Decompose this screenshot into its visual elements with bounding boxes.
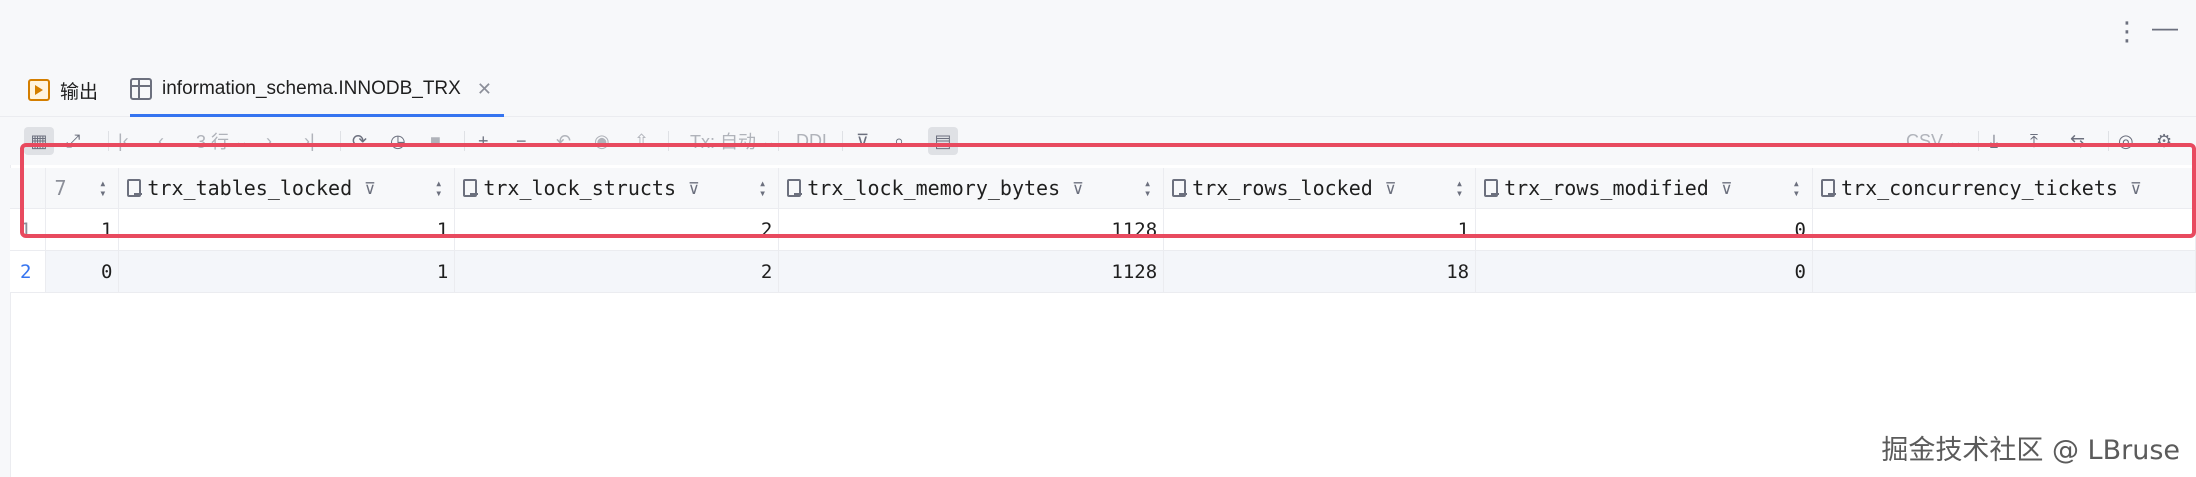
column-header-trx-rows-locked[interactable]: trx_rows_locked ⊽ ▴ ▾ [1163,168,1477,209]
watermark: 掘金技术社区 @ LBruse [1881,435,2180,466]
submit-icon[interactable]: ⇧ [634,129,649,153]
filter-icon[interactable]: ⊽ [364,179,376,198]
ddl-button[interactable]: DDL [796,129,832,153]
tx-mode-label: Tx: 自动 [690,132,756,152]
table-cell[interactable]: 1128 [778,208,1165,251]
table-cell[interactable]: 1 [1163,208,1477,251]
sort-icon[interactable]: ▴ ▾ [1456,177,1463,199]
filter-icon[interactable]: ⊽ [1385,179,1397,198]
delete-row-icon[interactable]: − [516,129,527,153]
row-number: 2 [10,250,47,293]
table-cell[interactable]: 1 [118,250,456,293]
grid-settings-icon[interactable]: ▤ [928,127,958,155]
filter-icon[interactable]: ⊽ [1072,179,1084,198]
table-cell[interactable]: 0 [45,250,120,293]
download-icon[interactable]: ⤓ [1990,129,1998,153]
history-icon[interactable]: ◷ [390,129,406,153]
minimize-icon[interactable]: — [2152,12,2178,43]
column-icon [1484,179,1500,197]
column-header-trx-rows-modified[interactable]: trx_rows_modified ⊽ ▴ ▾ [1475,168,1813,209]
settings-icon[interactable]: ⚙ [2156,129,2172,153]
filter-icon[interactable]: ⊽ [2130,179,2142,198]
column-header-trx-tables-locked[interactable]: trx_tables_locked ⊽ ▴ ▾ [118,168,456,209]
preview-icon[interactable]: ◉ [594,129,610,153]
column-header-label: trx_lock_structs [483,176,676,200]
column-icon [463,179,479,197]
column-header-label: trx_tables_locked [147,176,353,200]
first-page-icon[interactable]: |‹ [118,129,129,153]
title-bar: ⋮ — [0,0,2196,65]
table-cell[interactable]: 0 [1475,250,1813,293]
row-number-header [10,168,47,209]
column-header-label: trx_concurrency_tickets [1840,176,2118,200]
stop-icon[interactable]: ■ [430,129,441,153]
last-page-icon[interactable]: ›| [304,129,315,153]
filter-icon[interactable]: ⊽ [1721,179,1733,198]
result-grid: 7 ▴ ▾ trx_tables_locked ⊽ ▴ ▾ trx_lock_struct… [10,168,2196,293]
more-options-icon[interactable]: ⋮ [2114,16,2140,47]
column-header-trx-concurrency-tickets[interactable]: trx_concurrency_tickets ⊽ [1812,168,2196,209]
sort-icon[interactable]: ▴ ▾ [99,177,106,199]
header-row: 7 ▴ ▾ trx_tables_locked ⊽ ▴ ▾ trx_lock_struct… [10,168,2196,209]
column-icon [1820,179,1836,197]
sort-icon[interactable]: ▴ ▾ [1144,177,1151,199]
tab-innodb-trx[interactable]: information_schema.INNODB_TRX ✕ [130,64,504,117]
table-grid-icon [130,78,152,100]
next-page-icon[interactable]: › [266,129,272,153]
revert-icon[interactable]: ↶ [556,129,571,153]
tab-innodb-trx-label: information_schema.INNODB_TRX [162,78,461,99]
export-format-label: CSV [1906,130,1944,151]
column-header-label: trx_lock_memory_bytes [807,176,1061,200]
table-row[interactable]: 2 0 1 2 1128 18 0 [10,250,2196,293]
ddl-label: DDL [796,130,833,151]
table-cell[interactable] [1812,250,2196,293]
sort-icon[interactable]: ▴ ▾ [435,177,442,199]
output-icon [28,79,50,101]
tab-output[interactable]: 输出 [28,64,98,116]
view-icon[interactable]: ◎ [2118,129,2134,153]
grid-toolbar: ▦ ⤢ |‹ ‹ 3 行 ⌄ › ›| ⟳ ◷ ■ + − ↶ ◉ ⇧ Tx: … [0,117,2196,165]
table-cell[interactable]: 0 [1475,208,1813,251]
table-cell[interactable]: 18 [1163,250,1477,293]
row-number: 1 [10,208,47,251]
compare-icon[interactable]: ⇆ [2070,129,2085,153]
prev-page-icon[interactable]: ‹ [158,129,164,153]
tab-output-label: 输出 [60,81,99,103]
sort-icon[interactable]: ▴ ▾ [759,177,766,199]
chart-view-icon[interactable]: ⤢ [66,129,80,153]
column-header-partial[interactable]: 7 ▴ ▾ [45,168,120,209]
column-icon [787,179,803,197]
column-header-trx-lock-structs[interactable]: trx_lock_structs ⊽ ▴ ▾ [454,168,780,209]
sort-icon[interactable]: ▴ ▾ [1793,177,1800,199]
column-header-label: trx_rows_modified [1504,176,1709,200]
table-cell[interactable]: 1128 [778,250,1165,293]
tab-bar: 输出 information_schema.INNODB_TRX ✕ [0,64,2196,117]
column-icon [127,179,143,197]
table-cell[interactable]: 1 [118,208,456,251]
table-cell[interactable]: 1 [45,208,120,251]
refresh-icon[interactable]: ⟳ [352,129,367,153]
column-header-partial-label: 7 [54,176,67,200]
column-icon [1172,179,1188,197]
row-count-select[interactable]: 3 行 ⌄ [196,129,249,153]
filter-icon[interactable]: ⊽ [856,129,869,153]
table-cell[interactable]: 2 [454,250,780,293]
table-cell[interactable]: 2 [454,208,780,251]
export-format-select[interactable]: CSV ⌄ [1906,129,1963,153]
table-cell[interactable] [1812,208,2196,251]
table-view-icon[interactable]: ▦ [24,127,54,155]
tx-mode-select[interactable]: Tx: 自动 ⌄ [690,129,776,153]
column-header-label: trx_rows_locked [1192,176,1373,200]
close-icon[interactable]: ✕ [477,79,492,100]
column-header-trx-lock-memory-bytes[interactable]: trx_lock_memory_bytes ⊽ ▴ ▾ [778,168,1165,209]
upload-icon[interactable]: ⤒ [2030,129,2038,153]
add-row-icon[interactable]: + [478,129,489,153]
row-count-label: 3 行 [196,132,230,152]
search-icon[interactable]: ⌕ [894,129,904,153]
filter-icon[interactable]: ⊽ [688,179,700,198]
table-row[interactable]: 1 1 1 2 1128 1 0 [10,208,2196,251]
